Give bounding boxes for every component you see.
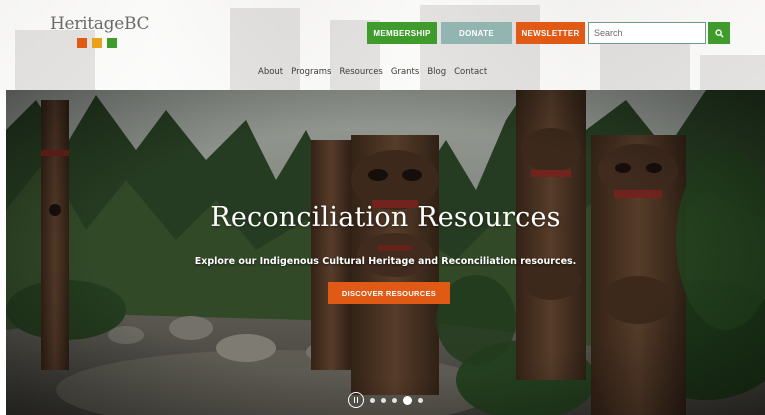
search-icon (714, 28, 724, 38)
header-background-building (700, 55, 765, 90)
nav-item-about[interactable]: About (258, 67, 283, 77)
slider-pagination (348, 392, 423, 408)
membership-button[interactable]: MEMBERSHIP (367, 22, 437, 44)
pause-icon (353, 397, 356, 403)
search-button[interactable] (708, 22, 730, 44)
logo-square-yellow (92, 38, 102, 48)
slide-dot[interactable] (403, 395, 412, 405)
hero-subtitle: Explore our Indigenous Cultural Heritage… (194, 256, 577, 267)
logo-squares (77, 38, 117, 48)
main-nav: About Programs Resources Grants Blog Con… (258, 67, 495, 77)
hero-title: Reconciliation Resources (210, 202, 561, 233)
donate-button[interactable]: DONATE (441, 22, 512, 44)
slide-dot[interactable] (370, 397, 375, 403)
nav-item-contact[interactable]: Contact (454, 67, 487, 77)
header-background-building (420, 5, 540, 90)
search-input[interactable] (588, 22, 706, 44)
pause-button[interactable] (348, 392, 364, 408)
heritage-bc-logo[interactable]: HeritageBC (50, 14, 150, 54)
header-background-building (600, 40, 690, 90)
logo-square-orange (77, 38, 87, 48)
hero-slider: Reconciliation Resources Explore our Ind… (6, 90, 765, 415)
logo-square-green (107, 38, 117, 48)
hero-background-image (6, 90, 765, 415)
nav-item-blog[interactable]: Blog (427, 67, 446, 77)
nav-item-grants[interactable]: Grants (391, 67, 419, 77)
page: HeritageBC MEMBERSHIP DONATE NEWSLETTER … (0, 0, 765, 415)
nav-item-programs[interactable]: Programs (291, 67, 331, 77)
logo-wordmark: HeritageBC (50, 14, 150, 34)
site-header: HeritageBC MEMBERSHIP DONATE NEWSLETTER … (0, 0, 765, 90)
newsletter-button[interactable]: NEWSLETTER (516, 22, 585, 44)
slide-dot[interactable] (381, 397, 386, 403)
slide-dot[interactable] (418, 397, 423, 403)
discover-resources-button[interactable]: DISCOVER RESOURCES (328, 282, 450, 304)
header-background-building (230, 8, 300, 90)
pause-icon (356, 397, 359, 403)
slide-dot[interactable] (392, 397, 397, 403)
nav-item-resources[interactable]: Resources (339, 67, 382, 77)
